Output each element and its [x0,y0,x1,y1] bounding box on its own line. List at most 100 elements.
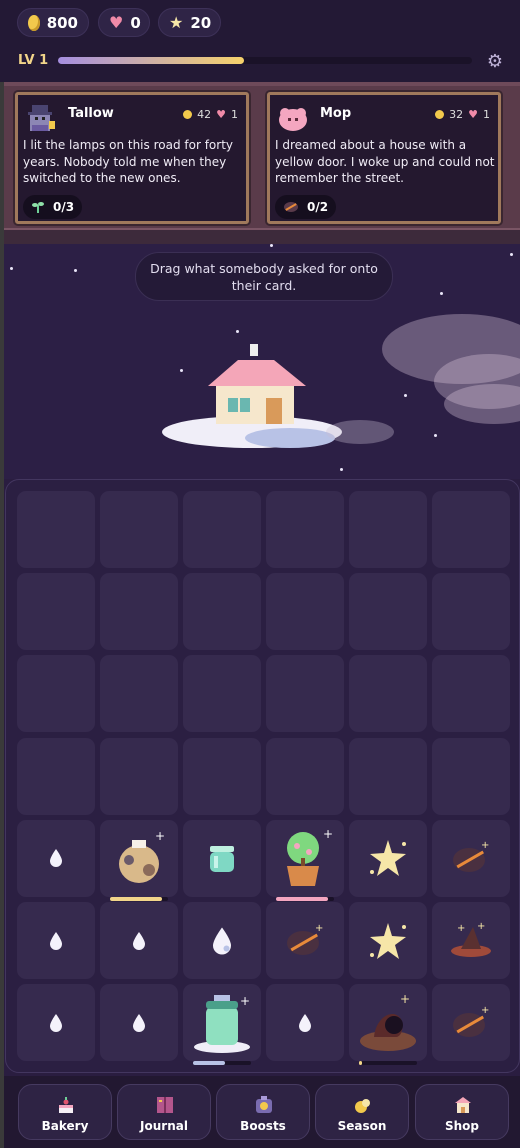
board-cell[interactable] [17,902,95,979]
board-cell[interactable] [432,491,510,568]
board-cell[interactable] [100,573,178,651]
book-icon [157,1097,173,1113]
board-cell[interactable] [183,819,261,897]
coin-icon [435,110,445,119]
board-cell[interactable]: + [266,819,344,901]
board-cell[interactable] [349,737,427,815]
reward-coins: 32 [449,108,464,121]
board-cell[interactable]: + + [432,902,510,979]
nav-journal[interactable]: Journal [117,1084,211,1140]
wand-icon[interactable]: + [432,820,510,897]
board-cell[interactable] [17,491,95,568]
sparkle-star-icon[interactable] [349,902,427,979]
nav-label: Boosts [240,1119,286,1133]
order-rewards: 42 ♥ 1 [183,108,238,121]
droplet-icon[interactable] [266,984,344,1061]
bottom-nav: Bakery Journal Boosts Season Shop [4,1076,520,1148]
board-cell[interactable]: + [432,984,510,1062]
board-cell[interactable] [17,984,95,1062]
star-dot [10,267,13,270]
board-cell[interactable] [100,737,178,815]
board-cell[interactable] [432,573,510,651]
board-cell[interactable] [183,491,261,568]
board-cell[interactable] [183,737,261,815]
droplet-icon[interactable] [100,902,178,979]
board-cell[interactable]: + [266,902,344,979]
board-cell[interactable]: + [100,819,178,901]
board-cell[interactable] [266,984,344,1062]
board-cell[interactable] [432,737,510,815]
nav-shop[interactable]: Shop [415,1084,509,1140]
board-cell[interactable]: + [432,819,510,897]
board-cell[interactable]: + [349,984,427,1066]
coin-icon [183,110,193,119]
board-cell[interactable] [100,984,178,1062]
board-cell[interactable] [183,902,261,979]
board-cell[interactable]: + [183,984,261,1066]
svg-text:+: + [315,923,323,934]
reward-hearts: 1 [483,108,490,121]
coin-counter[interactable]: 800 [17,8,89,37]
star-dot [236,330,239,333]
coin-count: 800 [46,13,78,32]
item-progress-bar [359,1061,417,1066]
board-cell[interactable] [100,902,178,979]
heart-icon: ♥ [216,108,226,121]
board-cell[interactable] [432,655,510,733]
droplet-icon[interactable] [17,984,95,1061]
shelf-ledge [4,228,520,244]
board-cell[interactable] [349,573,427,651]
reward-coins: 42 [197,108,212,121]
board-cell[interactable] [349,819,427,897]
board-cell[interactable] [266,655,344,733]
seed-sack-icon[interactable]: + [100,820,178,897]
star-dot [434,434,437,437]
lantern-jar-icon[interactable]: + [183,984,261,1061]
board-cell[interactable] [266,573,344,651]
big-droplet-icon[interactable] [183,902,261,979]
lamplighter-portrait-icon [28,105,55,131]
requirement-count: 0/2 [307,200,329,214]
board-cell[interactable] [17,819,95,897]
wand-icon[interactable]: + [266,902,344,979]
order-card-mop[interactable]: Mop 32 ♥ 1 I dreamed about a house with … [267,92,501,224]
board-cell[interactable] [100,655,178,733]
board-cell[interactable] [100,491,178,568]
board-cell[interactable] [349,655,427,733]
order-card-tallow[interactable]: Tallow 42 ♥ 1 I lit the lamps on this ro… [15,92,249,224]
potted-tree-icon[interactable]: + [266,820,344,897]
board-cell[interactable] [349,491,427,568]
board-cell[interactable] [183,655,261,733]
board-cell[interactable] [266,491,344,568]
board-cell[interactable] [266,737,344,815]
jar-icon[interactable] [183,820,261,897]
pink-blob-portrait-icon [279,108,307,131]
wand-icon[interactable]: + [432,984,510,1061]
droplet-icon[interactable] [100,984,178,1061]
nav-boosts[interactable]: Boosts [216,1084,310,1140]
board-cell[interactable] [349,902,427,979]
witch-hat-icon[interactable]: + + [432,902,510,979]
star-count: 20 [190,13,212,32]
board-cell[interactable] [183,573,261,651]
nav-bakery[interactable]: Bakery [18,1084,112,1140]
item-progress-fill [110,896,163,901]
drag-hint: Drag what somebody asked for onto their … [135,252,393,301]
shop-icon [455,1097,471,1113]
board-cell[interactable] [17,573,95,651]
item-progress-fill [359,1061,362,1066]
droplet-icon[interactable] [17,902,95,979]
star-counter[interactable]: ★ 20 [158,8,221,37]
gear-icon[interactable]: ⚙ [485,52,505,72]
nav-season[interactable]: Season [315,1084,409,1140]
sparkle-star-icon[interactable] [349,820,427,897]
star-dot [74,269,77,272]
level-label: LV 1 [18,53,49,68]
board-cell[interactable] [17,655,95,733]
heart-counter[interactable]: ♥ 0 [98,8,150,37]
board-cell[interactable] [17,737,95,815]
svg-text:+: + [400,992,410,1006]
requirement-count: 0/3 [53,200,75,214]
campfire-basket-icon[interactable]: + [349,984,427,1061]
droplet-icon[interactable] [17,820,95,897]
